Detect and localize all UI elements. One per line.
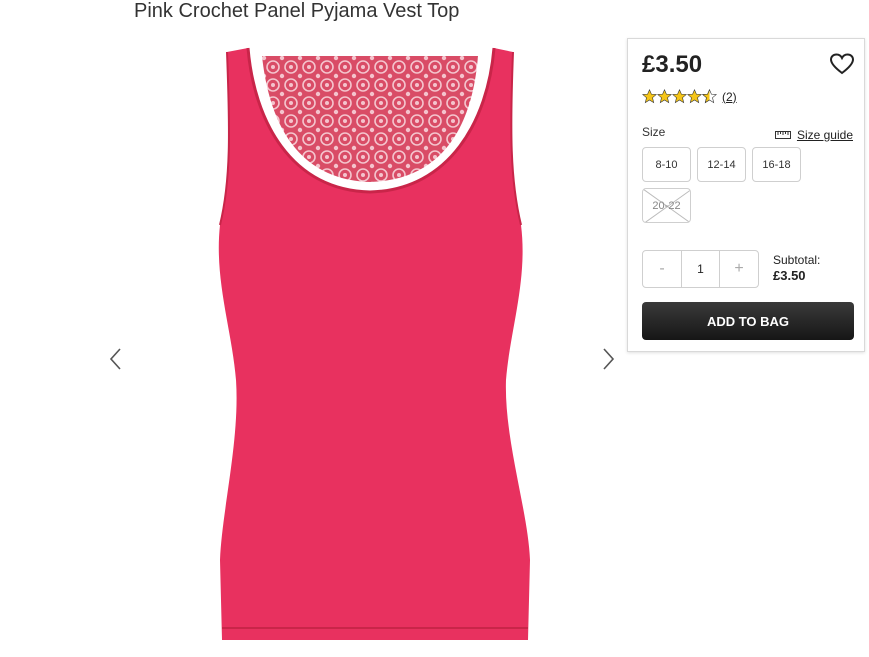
quantity-increase-button[interactable]: + bbox=[720, 251, 758, 287]
rating: (2) bbox=[642, 89, 737, 104]
size-option-8-10[interactable]: 8-10 bbox=[642, 147, 691, 182]
product-gallery bbox=[100, 30, 625, 657]
star-full-icon bbox=[657, 89, 672, 104]
subtotal-amount: £3.50 bbox=[773, 268, 806, 283]
heart-outline-icon bbox=[829, 53, 855, 75]
product-price: £3.50 bbox=[642, 51, 703, 78]
size-option-12-14[interactable]: 12-14 bbox=[697, 147, 746, 182]
subtotal: Subtotal: £3.50 bbox=[773, 253, 820, 283]
chevron-right-icon bbox=[603, 348, 615, 370]
size-guide-link[interactable]: Size guide bbox=[774, 128, 853, 142]
quantity-input[interactable]: 1 bbox=[681, 251, 720, 287]
add-to-bag-button[interactable]: ADD TO BAG bbox=[642, 302, 854, 340]
quantity-decrease-button[interactable]: - bbox=[643, 251, 681, 287]
review-count-link[interactable]: (2) bbox=[722, 90, 737, 104]
size-label: Size bbox=[642, 125, 666, 139]
star-full-icon bbox=[672, 89, 687, 104]
size-option-16-18[interactable]: 16-18 bbox=[752, 147, 801, 182]
ruler-icon bbox=[774, 128, 791, 142]
gallery-next-button[interactable] bbox=[596, 342, 620, 376]
star-full-icon bbox=[642, 89, 657, 104]
star-half-icon bbox=[702, 89, 717, 104]
size-option-label: 20-22 bbox=[652, 199, 681, 212]
size-option-20-22-unavailable[interactable]: 20-22 bbox=[642, 188, 691, 223]
subtotal-label: Subtotal: bbox=[773, 253, 821, 267]
wishlist-button[interactable] bbox=[829, 53, 855, 75]
product-title: Pink Crochet Panel Pyjama Vest Top bbox=[134, 0, 460, 22]
quantity-stepper: - 1 + bbox=[642, 250, 759, 288]
star-full-icon bbox=[687, 89, 702, 104]
chevron-left-icon bbox=[109, 348, 121, 370]
product-image bbox=[218, 47, 530, 640]
size-guide-label: Size guide bbox=[796, 128, 853, 142]
gallery-prev-button[interactable] bbox=[104, 342, 128, 376]
purchase-panel: £3.50 (2) Size Size guide 8-10 12-14 16-… bbox=[627, 38, 865, 352]
